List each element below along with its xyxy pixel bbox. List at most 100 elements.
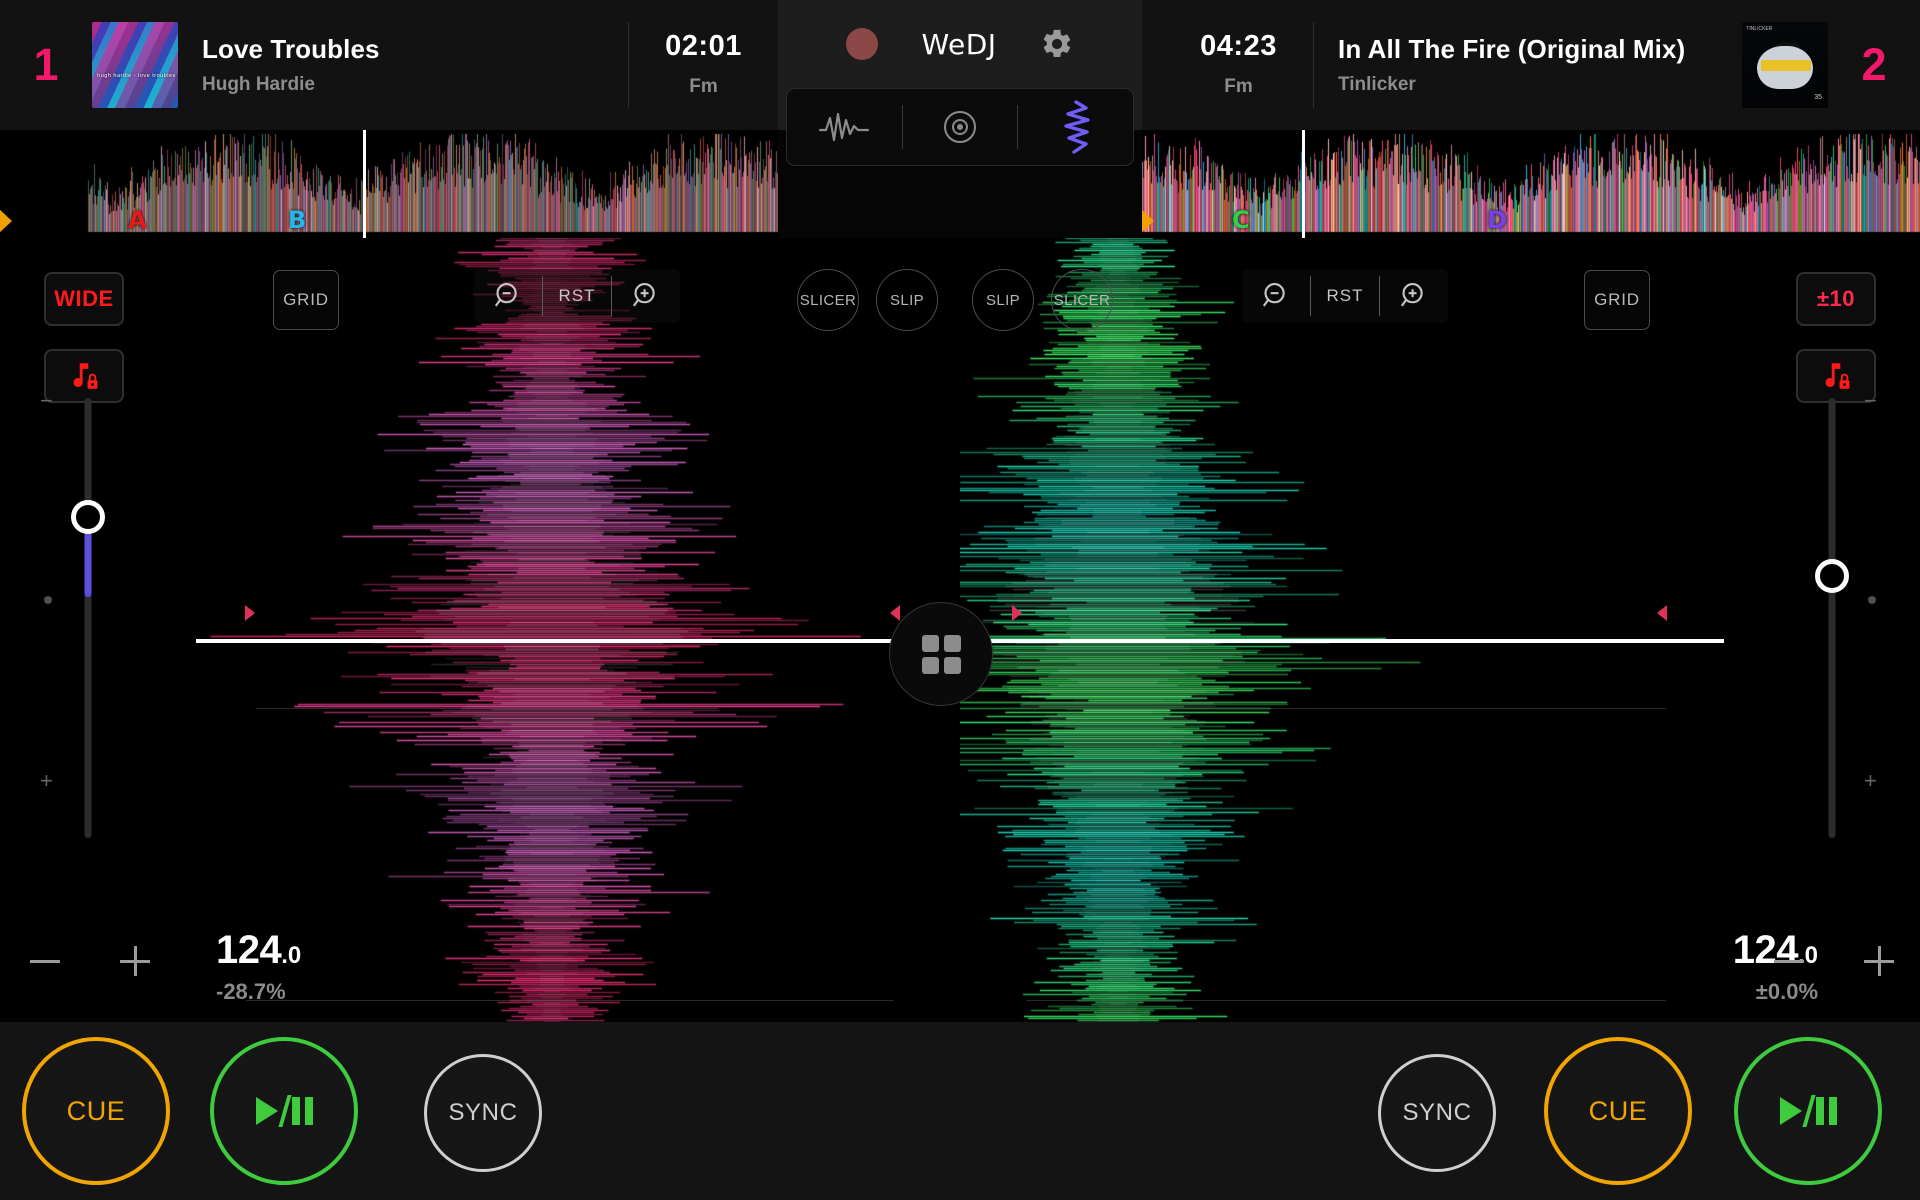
deck2-slicer-label: SLICER xyxy=(1054,292,1111,309)
deck2-artwork-band xyxy=(1761,60,1811,71)
deck2-track-artist: Tinlicker xyxy=(1338,74,1742,96)
deck1-zoom-out-button[interactable] xyxy=(474,279,542,313)
app-logo: WeDJ xyxy=(921,28,996,61)
center-header: WeDJ xyxy=(778,0,1142,130)
deck2-cue-button[interactable]: CUE xyxy=(1544,1037,1692,1185)
grid-four-squares-icon xyxy=(922,635,961,674)
deck2-tempo-plus-sign: + xyxy=(1864,768,1877,794)
deck1-overview-cursor xyxy=(363,130,366,238)
record-dot-icon[interactable] xyxy=(846,28,878,60)
deck2-pitch-range-label: ±10 xyxy=(1817,286,1855,312)
deck1-bpm-whole: 124 xyxy=(216,928,281,972)
deck2-overview-cursor xyxy=(1302,130,1305,238)
deck1-wide-button[interactable]: WIDE xyxy=(44,272,124,326)
deck2-cue-marker-c[interactable]: C xyxy=(1232,206,1250,234)
deck2-key: Fm xyxy=(1164,76,1313,98)
music-note-lock-icon xyxy=(67,359,101,393)
deck1-key: Fm xyxy=(629,76,778,98)
deck2-zoom-out-button[interactable] xyxy=(1242,279,1310,313)
deck1-bpm-display[interactable]: 124.0 -28.7% xyxy=(216,928,456,1005)
plus-icon-v xyxy=(134,946,137,976)
deck1-sync-label: SYNC xyxy=(448,1099,517,1127)
deck2-grid-button[interactable]: GRID xyxy=(1584,270,1650,330)
deck1-play-pause-button[interactable] xyxy=(210,1037,358,1185)
play-pause-icon xyxy=(1780,1095,1837,1127)
deck1-header: 1 hugh hardie - love troubles Love Troub… xyxy=(0,0,778,130)
deck1-overview-playhead xyxy=(0,208,12,234)
deck1-cue-button[interactable]: CUE xyxy=(22,1037,170,1185)
deck1-zoom-reset-button[interactable]: RST xyxy=(543,286,611,306)
deck2-playhead-line xyxy=(964,639,1724,643)
deck1-time: 02:01 xyxy=(629,30,778,63)
deck1-slip-button[interactable]: SLIP xyxy=(876,269,938,331)
deck1-track-meta: Love Troubles Hugh Hardie xyxy=(178,34,628,96)
deck2-time: 04:23 xyxy=(1164,30,1313,63)
minus-icon xyxy=(1774,960,1804,963)
deck2-time-block[interactable]: 04:23 Fm xyxy=(1164,22,1314,108)
deck1-zoom-group: RST xyxy=(474,269,680,323)
deck1-tempo-fader[interactable]: − + xyxy=(28,398,148,838)
deck2-header: 04:23 Fm In All The Fire (Original Mix) … xyxy=(1142,0,1920,130)
deck1-tempo-percent: -28.7% xyxy=(216,979,456,1005)
deck2-sync-button[interactable]: SYNC xyxy=(1378,1054,1496,1172)
deck1-tempo-knob[interactable] xyxy=(71,500,105,534)
deck2-beat-line-1 xyxy=(1026,708,1666,709)
magnifier-minus-icon xyxy=(491,279,525,313)
deck2-track-meta: In All The Fire (Original Mix) Tinlicker xyxy=(1314,34,1742,96)
deck2-loop-in-marker[interactable] xyxy=(1012,605,1022,621)
deck1-grid-label: GRID xyxy=(283,290,329,310)
deck1-tempo-track xyxy=(85,398,92,838)
deck1-slicer-button[interactable]: SLICER xyxy=(797,269,859,331)
deck2-artwork: TINLICKER 35 xyxy=(1742,22,1828,108)
deck1-tempo-center-dot xyxy=(44,596,52,604)
deck1-zoom-in-button[interactable] xyxy=(612,279,680,313)
deck2-bpm-plus-button[interactable] xyxy=(1856,938,1902,984)
deck2-tempo-knob[interactable] xyxy=(1815,559,1849,593)
deck1-bpm-plus-button[interactable] xyxy=(112,938,158,984)
deck1-time-block[interactable]: 02:01 Fm xyxy=(628,22,778,108)
deck2-beat-line-2 xyxy=(1026,1000,1666,1001)
deck1-cue-marker-b[interactable]: B xyxy=(288,206,306,234)
deck1-cue-label: CUE xyxy=(67,1096,126,1127)
deck1-track-artist: Hugh Hardie xyxy=(202,74,628,96)
deck1-overview-waveform[interactable]: A B xyxy=(0,130,778,238)
deck1-reset-label: RST xyxy=(559,286,596,306)
deck2-zoom-reset-button[interactable]: RST xyxy=(1311,286,1379,306)
deck1-key-lock-button[interactable] xyxy=(44,349,124,403)
deck1-playhead-line xyxy=(196,639,956,643)
deck2-tempo-fader[interactable]: − + xyxy=(1772,398,1892,838)
deck1-grid-button[interactable]: GRID xyxy=(273,270,339,330)
deck2-play-pause-button[interactable] xyxy=(1734,1037,1882,1185)
deck1-cue-marker-a[interactable]: A xyxy=(128,206,147,234)
performance-pads-toggle[interactable] xyxy=(889,602,993,706)
deck2-tempo-minus-sign: − xyxy=(1864,388,1877,414)
deck1-tempo-minus-sign: − xyxy=(40,388,53,414)
deck1-track-title: Love Troubles xyxy=(202,34,628,65)
deck2-number: 2 xyxy=(1828,39,1920,91)
deck2-slip-button[interactable]: SLIP xyxy=(972,269,1034,331)
deck2-artwork-top-label: TINLICKER xyxy=(1746,26,1772,32)
music-note-lock-icon xyxy=(1819,359,1853,393)
deck2-pitch-range-button[interactable]: ±10 xyxy=(1796,272,1876,326)
deck1-artwork: hugh hardie - love troubles xyxy=(92,22,178,108)
deck1-loop-out-marker[interactable] xyxy=(890,605,900,621)
magnifier-plus-icon xyxy=(1397,279,1431,313)
transport-bar: CUE SYNC SYNC CUE xyxy=(0,1022,1920,1200)
deck2-sync-label: SYNC xyxy=(1402,1099,1471,1127)
deck2-loop-out-marker[interactable] xyxy=(1657,605,1667,621)
play-pause-icon xyxy=(256,1095,313,1127)
deck2-zoom-group: RST xyxy=(1242,269,1448,323)
deck1-number: 1 xyxy=(0,39,92,91)
top-bar: 1 hugh hardie - love troubles Love Troub… xyxy=(0,0,1920,130)
deck1-sync-button[interactable]: SYNC xyxy=(424,1054,542,1172)
deck2-zoom-in-button[interactable] xyxy=(1380,279,1448,313)
deck2-slicer-button[interactable]: SLICER xyxy=(1051,269,1113,331)
deck2-cue-marker-d[interactable]: D xyxy=(1487,206,1507,234)
minus-icon xyxy=(30,960,60,963)
deck1-bpm-minus-button[interactable] xyxy=(22,938,68,984)
deck1-loop-in-marker[interactable] xyxy=(245,605,255,621)
deck2-slip-label: SLIP xyxy=(986,292,1020,309)
deck2-bpm-minus-button[interactable] xyxy=(1766,938,1812,984)
deck2-overview-waveform[interactable]: C D xyxy=(1142,130,1920,238)
gear-icon[interactable] xyxy=(1040,27,1074,61)
